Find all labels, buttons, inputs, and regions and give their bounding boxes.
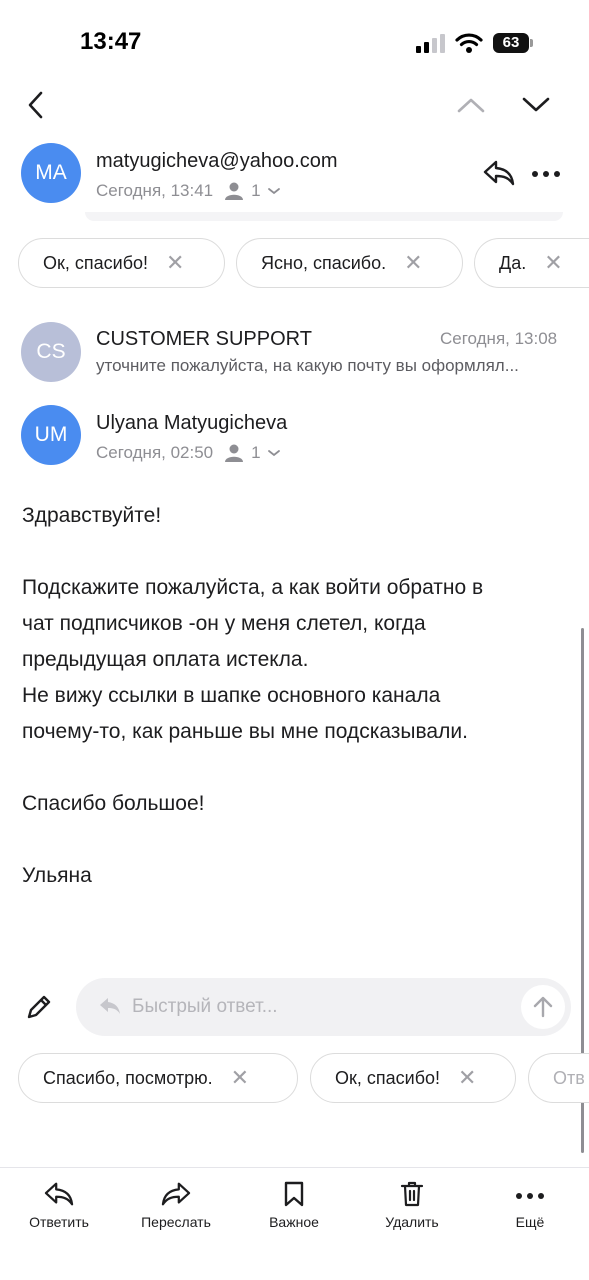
reply-icon <box>44 1182 74 1206</box>
chip-label[interactable]: Ясно, спасибо. <box>261 253 386 274</box>
chevron-down-icon[interactable] <box>267 186 281 196</box>
thanks-line: Спасибо большое! <box>22 792 205 815</box>
sender-name[interactable]: Ulyana Matyugicheva <box>96 412 287 435</box>
battery-indicator: 63 <box>493 33 529 53</box>
trash-icon <box>400 1181 424 1207</box>
quick-reply-chip[interactable]: Отв <box>528 1053 589 1103</box>
close-icon[interactable]: ✕ <box>458 1067 476 1089</box>
collapsed-body-edge <box>85 212 563 221</box>
tab-forward[interactable]: Переслать <box>126 1180 226 1230</box>
signal-icon <box>416 34 445 53</box>
signature: Ульяна <box>22 864 92 887</box>
reply-icon <box>100 998 120 1014</box>
body-line: предыдущая оплата истекла. <box>22 648 309 671</box>
tab-label: Удалить <box>385 1214 439 1230</box>
tab-label: Ответить <box>29 1214 89 1230</box>
close-icon[interactable]: ✕ <box>544 252 562 274</box>
previous-email-icon[interactable] <box>456 95 486 115</box>
body-line: чат подписчиков -он у меня слетел, когда <box>22 612 426 635</box>
close-icon[interactable]: ✕ <box>404 252 422 274</box>
tab-delete[interactable]: Удалить <box>362 1180 462 1230</box>
next-email-icon[interactable] <box>521 95 551 115</box>
body-line: почему-то, как раньше вы мне подсказывал… <box>22 720 468 743</box>
wifi-icon <box>455 33 483 53</box>
quick-reply-chip[interactable]: Ок, спасибо! ✕ <box>310 1053 516 1103</box>
body-line: Подскажите пожалуйста, а как войти обрат… <box>22 576 484 599</box>
chip-label[interactable]: Да. <box>499 253 526 274</box>
body-line: Не вижу ссылки в шапке основного канала <box>22 684 441 707</box>
quick-reply-chip[interactable]: Ок, спасибо! ✕ <box>18 238 225 288</box>
quick-reply-chip[interactable]: Спасибо, посмотрю. ✕ <box>18 1053 298 1103</box>
email-date: Сегодня, 13:08 <box>440 329 558 348</box>
tab-reply[interactable]: Ответить <box>9 1180 109 1230</box>
email-meta: Сегодня, 02:50 1 <box>96 443 281 463</box>
email-meta: Сегодня, 13:41 1 <box>96 181 281 201</box>
email-date: Сегодня, 02:50 <box>96 443 214 462</box>
email-preview[interactable]: уточните пожалуйста, на какую почту вы о… <box>96 356 566 376</box>
recipients-count[interactable]: 1 <box>251 181 260 201</box>
email-body: Здравствуйте! Подскажите пожалуйста, а к… <box>22 498 572 894</box>
quick-reply-chip[interactable]: Да. ✕ <box>474 238 589 288</box>
tab-important[interactable]: Важное <box>244 1180 344 1230</box>
close-icon[interactable]: ✕ <box>231 1067 249 1089</box>
send-button[interactable] <box>521 985 565 1029</box>
person-icon <box>225 182 244 200</box>
quick-reply-field[interactable]: Быстрый ответ... <box>76 978 571 1036</box>
quick-reply-placeholder[interactable]: Быстрый ответ... <box>132 996 278 1018</box>
tab-bar-divider <box>0 1167 589 1168</box>
avatar[interactable]: UM <box>21 405 81 465</box>
pencil-icon[interactable] <box>24 992 54 1022</box>
status-time: 13:47 <box>80 28 142 55</box>
tab-label: Важное <box>269 1214 319 1230</box>
sender-name[interactable]: CUSTOMER SUPPORT <box>96 328 312 351</box>
bookmark-icon <box>284 1181 304 1207</box>
chip-label[interactable]: Отв <box>553 1068 585 1089</box>
avatar[interactable]: MA <box>21 143 81 203</box>
chip-label[interactable]: Ок, спасибо! <box>335 1068 440 1089</box>
tab-label: Переслать <box>141 1214 211 1230</box>
quick-reply-chip[interactable]: Ясно, спасибо. ✕ <box>236 238 463 288</box>
sender-email[interactable]: matyugicheva@yahoo.com <box>96 150 338 173</box>
greeting: Здравствуйте! <box>22 504 162 527</box>
recipients-count[interactable]: 1 <box>251 443 260 463</box>
arrow-up-icon <box>533 996 553 1018</box>
back-icon[interactable] <box>26 90 46 120</box>
email-date: Сегодня, 13:41 <box>96 181 214 200</box>
reply-icon[interactable] <box>482 158 516 188</box>
tab-more[interactable]: Ещё <box>480 1180 580 1230</box>
avatar[interactable]: CS <box>21 322 81 382</box>
battery-tip <box>530 39 533 47</box>
tab-label: Ещё <box>515 1214 545 1230</box>
more-options-icon[interactable] <box>531 169 561 179</box>
more-icon <box>516 1193 544 1199</box>
chevron-down-icon[interactable] <box>267 448 281 458</box>
chip-label[interactable]: Спасибо, посмотрю. <box>43 1068 213 1089</box>
chip-label[interactable]: Ок, спасибо! <box>43 253 148 274</box>
close-icon[interactable]: ✕ <box>166 252 184 274</box>
forward-icon <box>161 1182 191 1206</box>
person-icon <box>225 444 244 462</box>
